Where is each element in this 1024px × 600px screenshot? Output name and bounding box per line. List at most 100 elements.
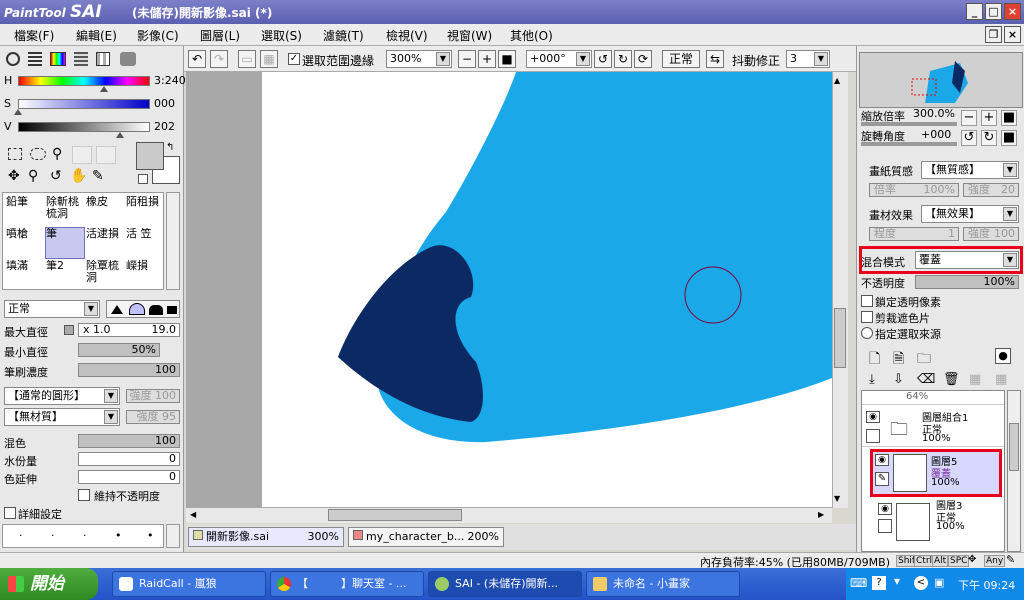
task-paint[interactable]: 未命名 - 小畫家 <box>586 571 740 597</box>
invert-select-button[interactable]: ▦ <box>260 50 278 68</box>
lock-alpha-checkbox[interactable] <box>861 295 873 307</box>
maximize-button[interactable]: □ <box>985 3 1002 20</box>
rotate-icon[interactable]: ↺ <box>50 168 62 184</box>
size-presets-scrollbar[interactable] <box>166 524 180 548</box>
tool-12[interactable]: 嶸損 <box>125 259 165 291</box>
move-icon[interactable]: ✥ <box>8 168 20 184</box>
layer-list-scrollbar[interactable] <box>1007 390 1021 552</box>
brush-shape-buttons[interactable] <box>106 300 180 318</box>
selection-edge-checkbox[interactable]: ✓ <box>288 53 300 65</box>
swap-colors-icon[interactable]: ↰ <box>166 142 174 153</box>
foreground-color-swatch[interactable] <box>136 142 164 170</box>
hue-slider[interactable] <box>18 76 150 86</box>
task-sai[interactable]: SAI - (未儲存)開新... <box>428 571 582 597</box>
reset-colors-icon[interactable] <box>138 174 148 184</box>
hscroll-thumb[interactable] <box>328 509 462 521</box>
nav-zoom-in-button[interactable]: + <box>981 110 997 126</box>
density-slider[interactable]: 100 <box>78 363 180 377</box>
size-dot-1[interactable]: · <box>19 529 23 542</box>
new-linework-layer-icon[interactable]: 🗎 <box>893 348 904 372</box>
size-dot-2[interactable]: · <box>51 529 55 542</box>
selection-source-checkbox[interactable] <box>861 327 873 339</box>
tool-airbrush[interactable]: 噴槍 <box>5 227 45 259</box>
size-dot-5[interactable]: • <box>147 529 154 542</box>
language-icon[interactable]: ▾ <box>894 574 900 588</box>
shape-flat-icon[interactable] <box>149 305 163 315</box>
canvas-viewport[interactable] <box>186 72 832 508</box>
layer-row-selected[interactable]: ◉ ✎ 圖層5 覆蓋 100% <box>870 449 1002 497</box>
eyedropper-icon[interactable]: ✎ <box>92 168 104 184</box>
doc-restore-button[interactable]: ❐ <box>985 26 1002 43</box>
angle-select[interactable]: +000° ▼ <box>526 50 592 68</box>
nav-rotate-reset-button[interactable]: ■ <box>1001 130 1017 146</box>
task-raidcall[interactable]: RaidCall - 嵐狼 <box>112 571 266 597</box>
navigator-preview[interactable] <box>859 52 1023 108</box>
magic-wand-icon[interactable]: ⚲ <box>52 146 62 162</box>
texture-select[interactable]: 【無材質】 ▼ <box>4 408 120 426</box>
effect-select[interactable]: 【無效果】 ▼ <box>921 205 1019 223</box>
brush-edit-icon[interactable]: ✎ <box>875 472 889 486</box>
rotate-left-button[interactable]: ↺ <box>594 50 612 68</box>
keyboard-icon[interactable]: ⌨ <box>850 576 867 590</box>
help-icon[interactable]: ? <box>872 576 886 590</box>
doc-tab-1[interactable]: 開新影像.sai 300% <box>188 527 344 547</box>
layer-mask-icon[interactable]: ● <box>995 348 1011 364</box>
visibility-eye-icon[interactable]: ◉ <box>866 411 880 423</box>
value-slider-handle[interactable] <box>116 132 124 138</box>
nav-rotate-right-button[interactable]: ↻ <box>981 130 997 146</box>
menu-file[interactable]: 檔案(F) <box>14 27 54 44</box>
tray-expand-icon[interactable]: < <box>914 576 928 590</box>
scratchpad-icon[interactable] <box>120 52 136 66</box>
redo-button[interactable]: ↷ <box>210 50 228 68</box>
task-chrome[interactable]: 【 】聊天室 - ... <box>270 571 424 597</box>
menu-filter[interactable]: 濾鏡(T) <box>323 27 364 44</box>
layer-lock-box[interactable] <box>878 519 892 533</box>
nav-zoom-reset-button[interactable]: ■ <box>1001 110 1017 126</box>
tool-4[interactable]: 陌租損 <box>125 195 165 227</box>
saturation-slider[interactable] <box>18 99 150 109</box>
tool-fill[interactable]: 填滿 <box>5 259 45 291</box>
swatches-icon[interactable] <box>96 52 110 66</box>
zoom-out-button[interactable]: − <box>458 50 476 68</box>
visibility-eye-icon[interactable]: ◉ <box>878 503 892 515</box>
nav-zoom-slider[interactable] <box>861 122 957 126</box>
detail-checkbox[interactable] <box>4 507 16 519</box>
tool-grid-scrollbar[interactable] <box>166 192 180 290</box>
merge-down-icon[interactable]: ⇩ <box>893 372 904 387</box>
max-size-field[interactable]: x 1.0 19.0 <box>78 323 180 337</box>
clipping-checkbox[interactable] <box>861 311 873 323</box>
size-dot-4[interactable]: • <box>115 529 122 542</box>
hsv-slider-icon[interactable] <box>50 52 66 66</box>
size-dot-3[interactable]: · <box>83 529 87 542</box>
shape-round-icon[interactable] <box>129 303 145 315</box>
scroll-up-icon[interactable]: ▲ <box>834 76 840 85</box>
canvas-vertical-scrollbar[interactable]: ▲ ▼ <box>832 72 848 508</box>
rect-select-icon[interactable] <box>8 148 22 160</box>
menu-edit[interactable]: 編輯(E) <box>76 27 117 44</box>
hue-slider-handle[interactable] <box>100 86 108 92</box>
start-button[interactable]: 開始 <box>0 568 98 600</box>
layer-row[interactable]: ◉ 圖層3 正常 100% <box>862 499 1004 551</box>
opacity-slider[interactable]: 100% <box>915 275 1019 289</box>
network-icon[interactable]: ▣ <box>934 576 944 589</box>
color-wheel-icon[interactable] <box>6 52 20 66</box>
tool-eraser-blur[interactable]: 除斬桃梳洞 <box>45 195 85 227</box>
nav-rotate-left-button[interactable]: ↺ <box>961 130 977 146</box>
clock[interactable]: 下午 09:24 <box>958 577 1015 593</box>
deselect-button[interactable]: ▭ <box>238 50 256 68</box>
doc-close-button[interactable]: × <box>1004 26 1021 43</box>
rotate-right-button[interactable]: ↻ <box>614 50 632 68</box>
brush-shape-select[interactable]: 【通常的圓形】 ▼ <box>4 387 120 405</box>
rotate-reset-button[interactable]: ⟳ <box>634 50 652 68</box>
menu-layer[interactable]: 圖層(L) <box>200 27 240 44</box>
water-slider[interactable]: 0 <box>78 452 180 466</box>
zoom-icon[interactable]: ⚲ <box>28 168 38 184</box>
shape-triangle-icon[interactable] <box>111 305 123 314</box>
color-mixer-icon[interactable] <box>74 52 88 66</box>
rgb-slider-icon[interactable] <box>28 52 42 66</box>
min-size-slider[interactable]: 50% <box>78 343 160 357</box>
brush-blend-select[interactable]: 正常 ▼ <box>4 300 100 318</box>
delete-layer-icon[interactable]: 🗑 <box>943 372 960 387</box>
menu-select[interactable]: 選取(S) <box>261 27 302 44</box>
transfer-down-icon[interactable]: ⤓ <box>869 372 875 387</box>
